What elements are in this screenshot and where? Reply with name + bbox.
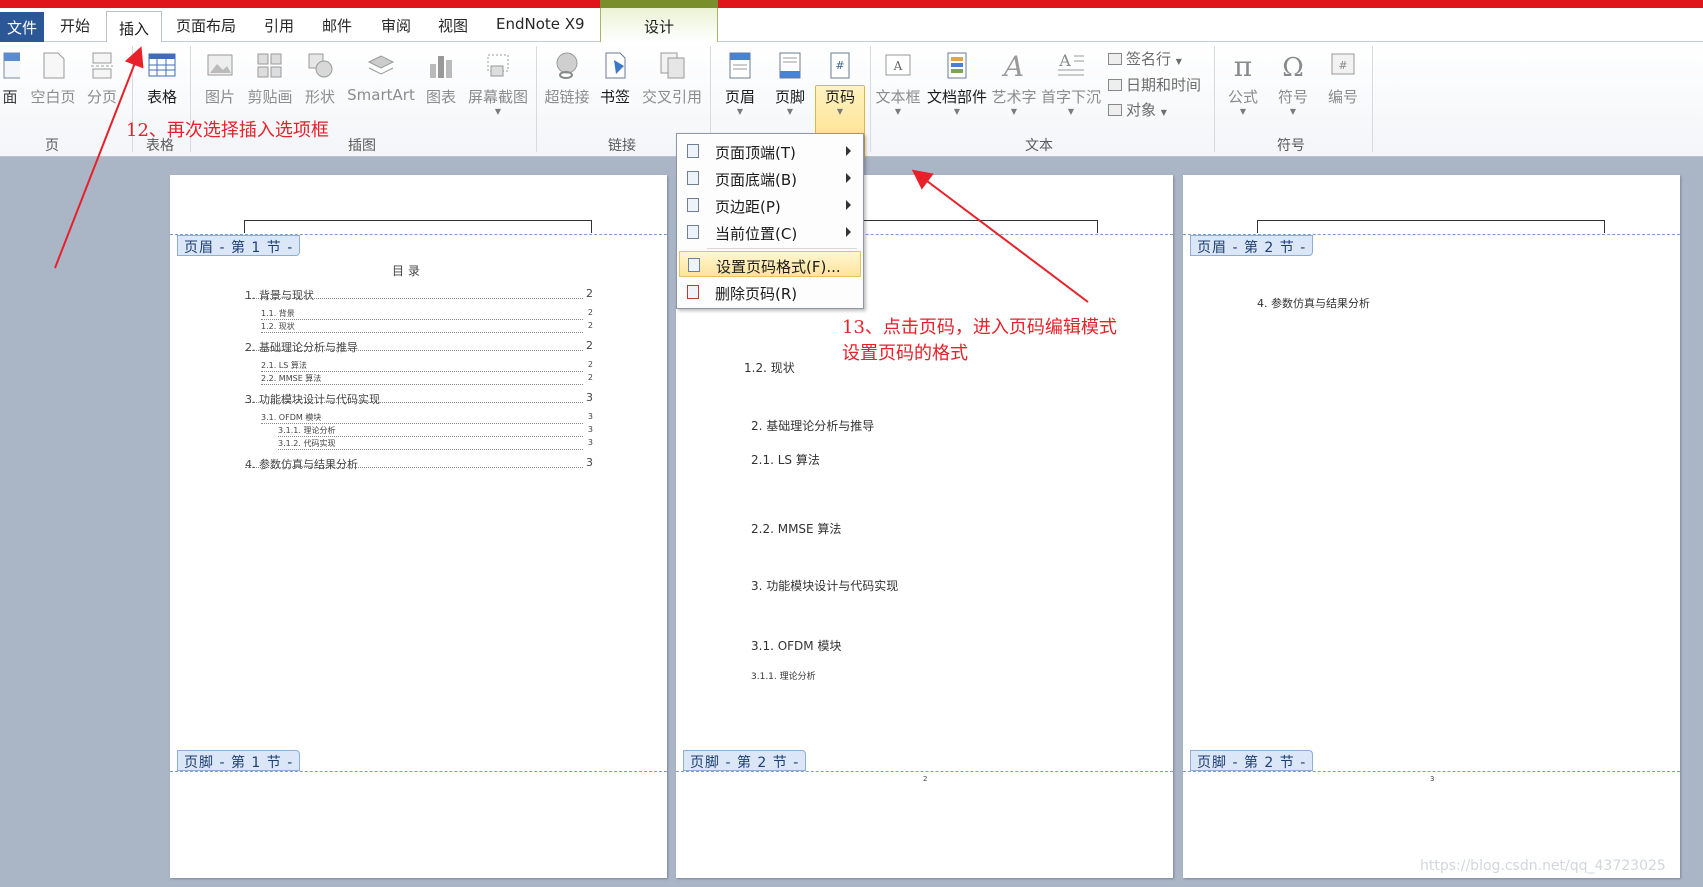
- arrow-to-insert-tab: [54, 46, 144, 269]
- annotation-arrows: [54, 46, 1089, 303]
- arrow-to-page-number: [911, 169, 1089, 303]
- watermark: https://blog.csdn.net/qq_43723025: [1420, 858, 1666, 874]
